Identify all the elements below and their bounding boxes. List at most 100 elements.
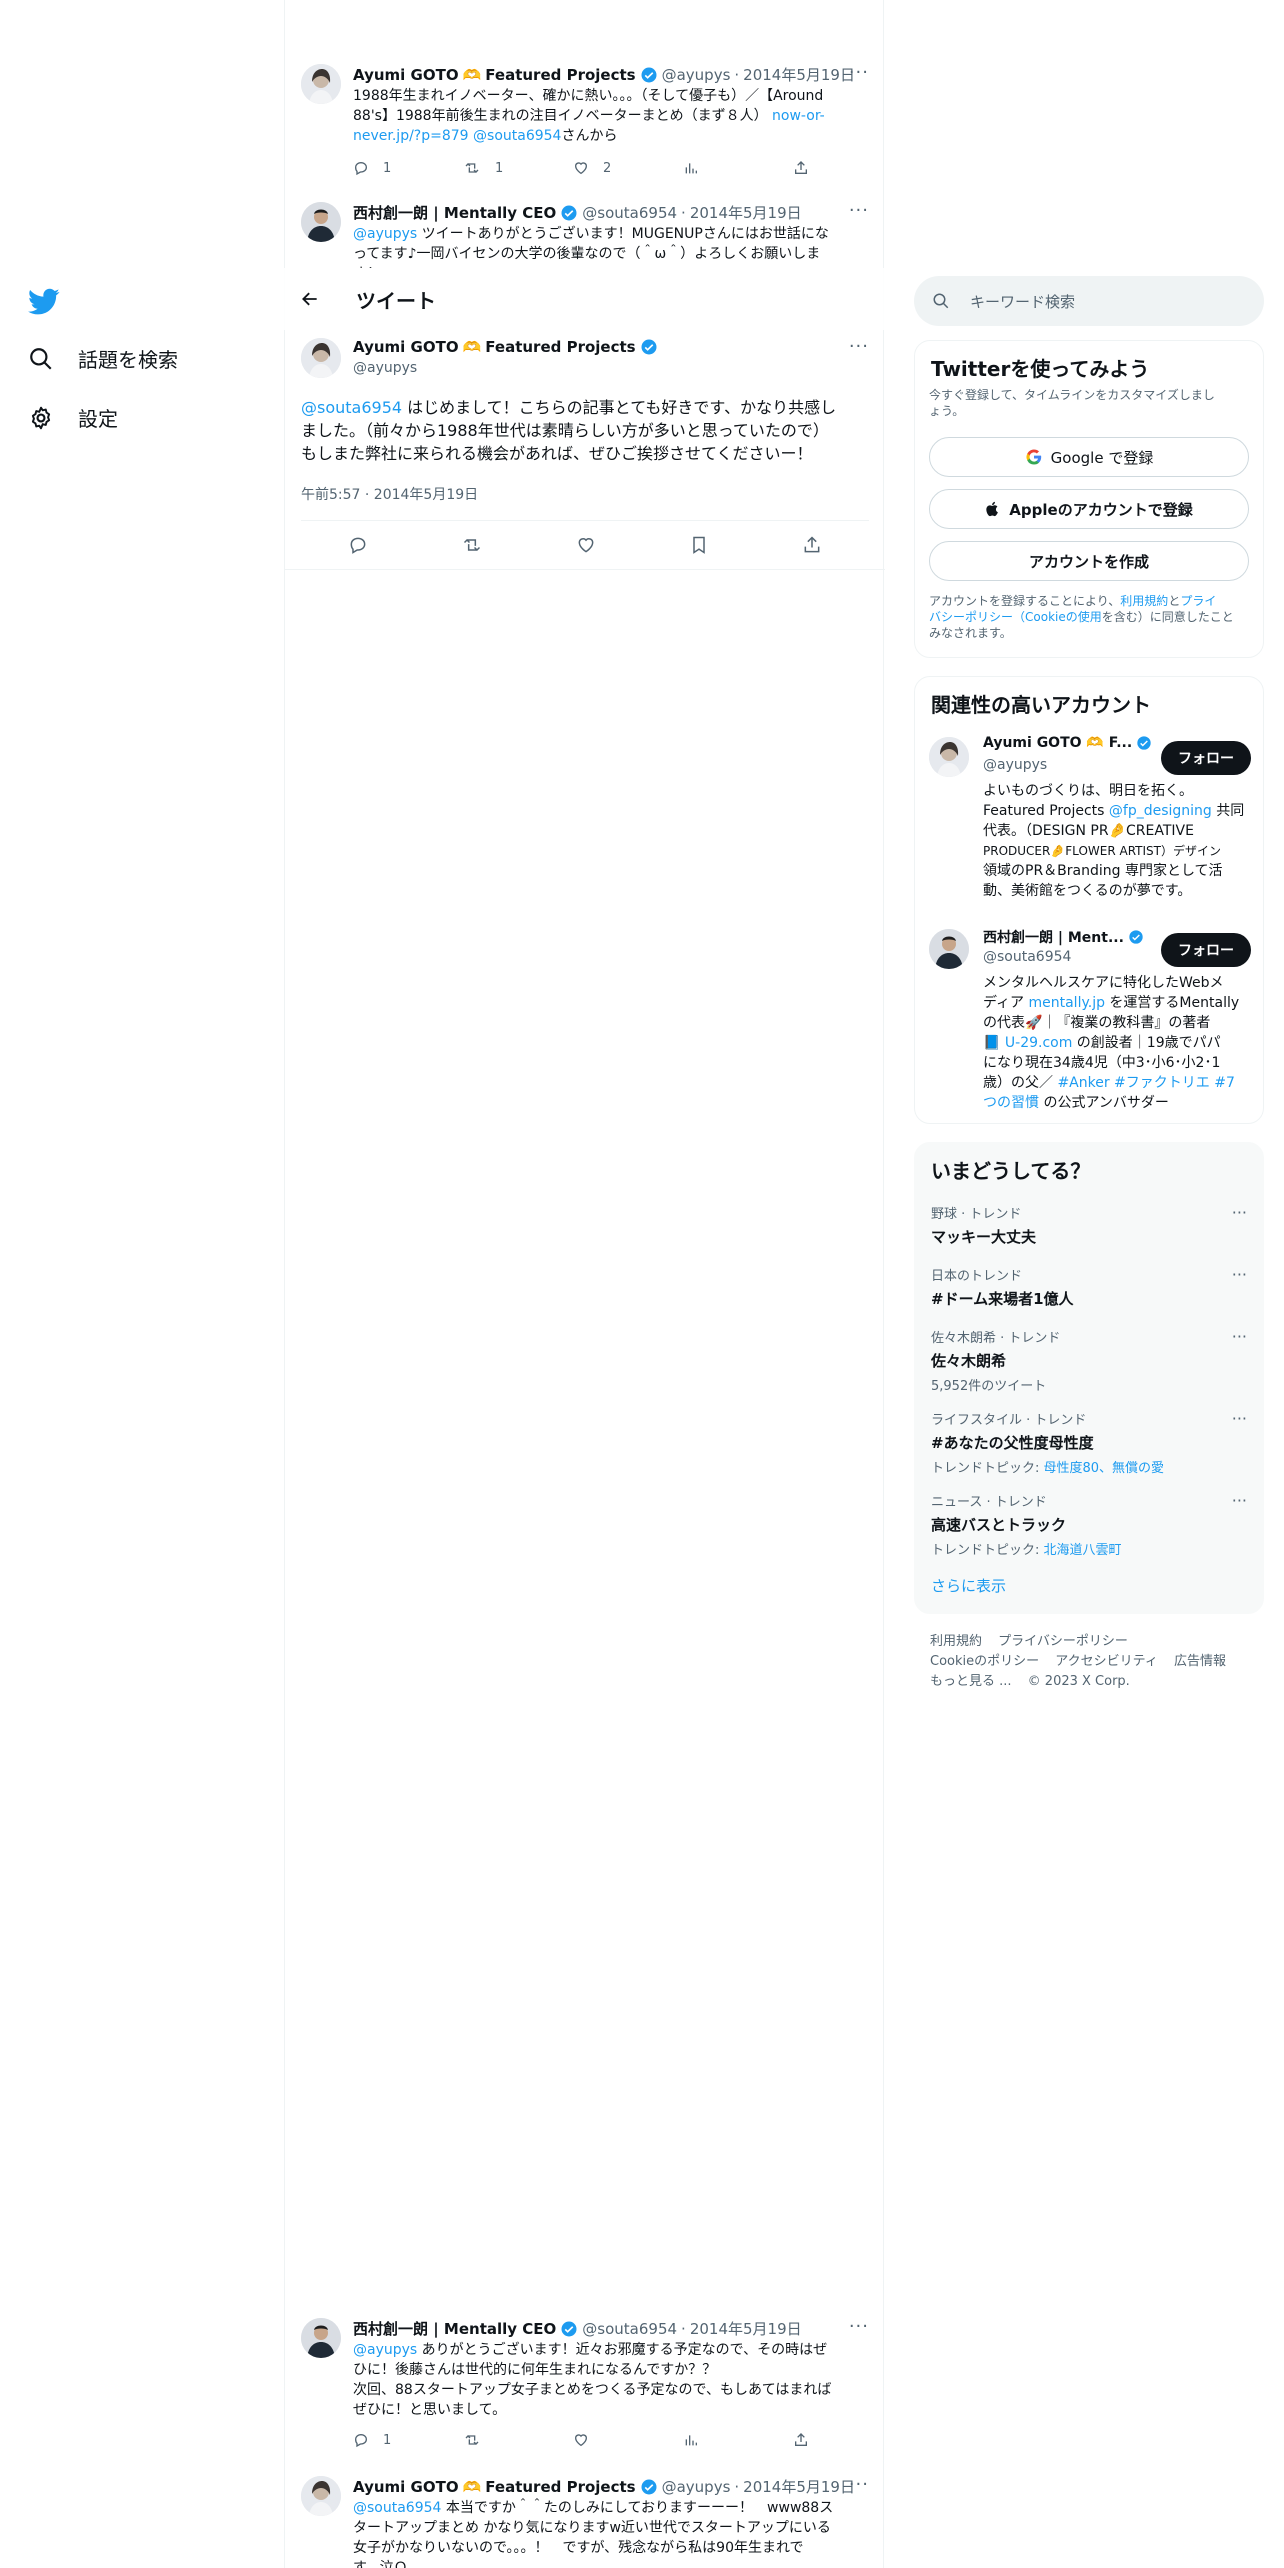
trend-item[interactable]: 佐々木朗希 · トレンド 佐々木朗希 5,952件のツイート ··· xyxy=(931,1327,1247,1394)
account-name[interactable]: Ayumi GOTO 🫶 F... xyxy=(983,735,1132,751)
tweet-reply-above-1[interactable]: Ayumi GOTO 🫶 Featured Projects @ayupys ·… xyxy=(285,60,885,190)
footer-more-link[interactable]: もっと見る ... xyxy=(930,1674,1012,1689)
footer-accessibility-link[interactable]: アクセシビリティ xyxy=(1055,1654,1158,1669)
bio-link[interactable]: @fp_designing xyxy=(1109,803,1212,819)
follow-button[interactable]: フォロー xyxy=(1161,741,1251,775)
author-name[interactable]: 西村創一朗 | Mentally CEO xyxy=(353,2318,556,2339)
author-name[interactable]: Ayumi GOTO xyxy=(353,2478,459,2496)
search-icon xyxy=(932,292,950,310)
more-options-icon[interactable]: ··· xyxy=(1232,1327,1247,1346)
tweet-timestamp[interactable]: 午前5:57 · 2014年5月19日 xyxy=(301,484,478,504)
like-button[interactable]: 2 xyxy=(573,160,683,176)
tweet-date[interactable]: 2014年5月19日 xyxy=(743,64,855,85)
bookmark-icon[interactable] xyxy=(689,535,709,555)
bio-link[interactable]: U-29.com xyxy=(1005,1035,1072,1051)
more-options-icon[interactable]: ··· xyxy=(1232,1265,1247,1284)
avatar[interactable] xyxy=(301,64,341,104)
share-icon[interactable] xyxy=(802,535,822,555)
back-arrow-icon[interactable] xyxy=(300,289,320,309)
bio-link[interactable]: #Anker #ファクトリエ #7 xyxy=(1053,1075,1234,1091)
account-handle[interactable]: @souta6954 xyxy=(983,949,1071,965)
avatar[interactable] xyxy=(929,929,969,969)
more-options-icon[interactable]: ··· xyxy=(849,2316,869,2337)
nav-settings[interactable]: 設定 xyxy=(28,403,118,432)
account-name[interactable]: 西村創一朗 | Ment... xyxy=(983,927,1124,947)
more-options-icon[interactable]: ··· xyxy=(849,336,869,357)
reply-icon[interactable] xyxy=(348,535,368,555)
mention-link[interactable]: @ayupys xyxy=(353,2342,417,2358)
tweet-link[interactable]: now-or- xyxy=(772,108,825,124)
privacy-link[interactable]: プライ xyxy=(1180,594,1216,608)
tweet-date[interactable]: 2014年5月19日 xyxy=(690,202,802,223)
google-signup-button[interactable]: Google で登録 xyxy=(929,437,1249,477)
author-name[interactable]: Ayumi GOTO xyxy=(353,338,459,356)
twitter-logo-icon[interactable] xyxy=(28,288,60,316)
related-account[interactable]: Ayumi GOTO 🫶 F... @ayupys フォロー よいものづくりは、… xyxy=(915,733,1265,913)
footer-terms-link[interactable]: 利用規約 xyxy=(930,1634,982,1649)
account-handle[interactable]: @ayupys xyxy=(983,757,1047,773)
trend-topic-link[interactable]: 北海道八雲町 xyxy=(1044,1543,1122,1558)
views-button[interactable] xyxy=(683,2432,793,2448)
more-options-icon[interactable]: ··· xyxy=(849,200,869,221)
avatar[interactable] xyxy=(301,338,341,378)
reply-count: 1 xyxy=(383,160,392,176)
retweet-icon[interactable] xyxy=(461,535,483,555)
apple-icon xyxy=(985,500,1001,518)
tweet-reply-above-2[interactable]: 西村創一朗 | Mentally CEO @souta6954 · 2014年5… xyxy=(285,198,885,268)
trend-item[interactable]: 日本のトレンド #ドーム来場者1億人 ··· xyxy=(931,1265,1247,1309)
share-button[interactable] xyxy=(793,2432,903,2448)
cookie-link[interactable]: （Cookieの使用 xyxy=(1013,610,1102,624)
apple-signup-button[interactable]: Appleのアカウントで登録 xyxy=(929,489,1249,529)
mention-link[interactable]: @ayupys xyxy=(353,226,417,242)
mention-link[interactable]: @souta6954 xyxy=(301,398,402,417)
avatar[interactable] xyxy=(301,202,341,242)
author-handle[interactable]: @souta6954 xyxy=(582,2320,677,2338)
follow-button[interactable]: フォロー xyxy=(1161,933,1251,967)
avatar[interactable] xyxy=(301,2476,341,2516)
footer-ads-link[interactable]: 広告情報 xyxy=(1174,1654,1226,1669)
more-options-icon[interactable]: ··· xyxy=(849,2474,869,2495)
trend-item[interactable]: 野球 · トレンド マッキー大丈夫 ··· xyxy=(931,1203,1247,1247)
more-options-icon[interactable]: ··· xyxy=(1232,1203,1247,1222)
bio-link[interactable]: mentally.jp xyxy=(1028,995,1105,1011)
tweet-date[interactable]: 2014年5月19日 xyxy=(743,2476,855,2497)
footer-privacy-link[interactable]: プライバシーポリシー xyxy=(998,1634,1128,1649)
author-name[interactable]: 西村創一朗 | Mentally CEO xyxy=(353,202,556,223)
more-options-icon[interactable]: ··· xyxy=(1232,1491,1247,1510)
reply-button[interactable]: 1 xyxy=(353,2432,463,2448)
retweet-button[interactable] xyxy=(463,2432,573,2448)
mention-link[interactable]: @souta6954 xyxy=(473,128,561,144)
retweet-button[interactable]: 1 xyxy=(463,160,573,176)
trend-topic-link[interactable]: 母性度80、無償の愛 xyxy=(1044,1461,1165,1476)
more-options-icon[interactable]: ··· xyxy=(849,62,869,83)
views-button[interactable] xyxy=(683,160,793,176)
author-name[interactable]: Ayumi GOTO xyxy=(353,66,459,84)
heart-icon[interactable] xyxy=(576,535,596,555)
author-handle[interactable]: @ayupys xyxy=(662,66,731,84)
mention-link[interactable]: @souta6954 xyxy=(353,2500,441,2516)
tweet-date[interactable]: 2014年5月19日 xyxy=(690,2318,802,2339)
trend-item[interactable]: ライフスタイル · トレンド #あなたの父性度母性度 トレンドトピック: 母性度… xyxy=(931,1409,1247,1476)
search-input[interactable]: キーワード検索 xyxy=(914,276,1264,326)
trend-item[interactable]: ニュース · トレンド 高速バスとトラック トレンドトピック: 北海道八雲町 ·… xyxy=(931,1491,1247,1558)
tweet-reply-below-2[interactable]: Ayumi GOTO 🫶 Featured Projects @ayupys ·… xyxy=(285,2472,885,2568)
terms-link[interactable]: 利用規約 xyxy=(1120,594,1168,608)
bio-link[interactable]: つの習慣 xyxy=(983,1095,1039,1111)
nav-explore[interactable]: 話題を検索 xyxy=(28,344,178,373)
privacy-link[interactable]: バシーポリシー xyxy=(929,610,1013,624)
like-button[interactable] xyxy=(573,2432,683,2448)
related-account[interactable]: 西村創一朗 | Ment... @souta6954 フォロー メンタルヘルスケ… xyxy=(915,925,1265,1121)
tweet-link[interactable]: never.jp/?p=879 xyxy=(353,128,469,144)
reply-button[interactable]: 1 xyxy=(353,160,463,176)
author-handle[interactable]: @souta6954 xyxy=(582,204,677,222)
tweet-reply-below-1[interactable]: 西村創一朗 | Mentally CEO @souta6954 · 2014年5… xyxy=(285,2314,885,2464)
share-button[interactable] xyxy=(793,160,903,176)
footer-cookie-link[interactable]: Cookieのポリシー xyxy=(930,1654,1039,1669)
avatar[interactable] xyxy=(929,737,969,777)
author-handle[interactable]: @ayupys xyxy=(353,360,417,376)
more-options-icon[interactable]: ··· xyxy=(1232,1409,1247,1428)
avatar[interactable] xyxy=(301,2318,341,2358)
show-more-link[interactable]: さらに表示 xyxy=(931,1575,1006,1596)
author-handle[interactable]: @ayupys xyxy=(662,2478,731,2496)
create-account-button[interactable]: アカウントを作成 xyxy=(929,541,1249,581)
